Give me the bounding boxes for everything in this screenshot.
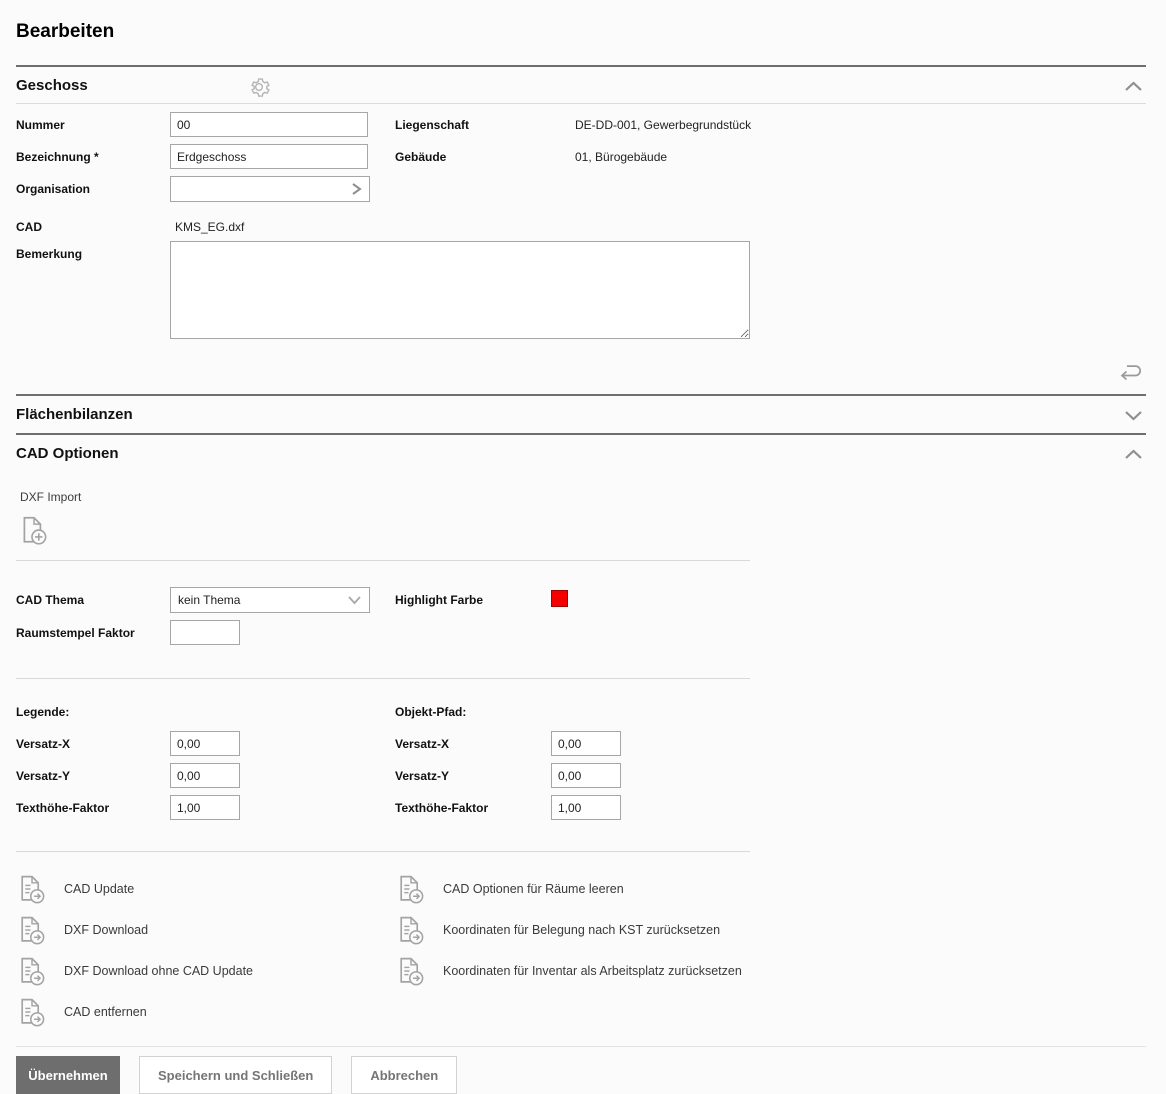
action-label: CAD entfernen bbox=[64, 1004, 147, 1019]
objekt-pfad-title: Objekt-Pfad: bbox=[395, 705, 467, 719]
cad-thema-select[interactable]: kein Thema bbox=[170, 587, 370, 613]
gear-icon[interactable] bbox=[246, 74, 272, 105]
bemerkung-textarea[interactable] bbox=[170, 241, 750, 339]
legende-versatz-x-input[interactable] bbox=[170, 731, 240, 756]
action-cad-update[interactable]: CAD Update bbox=[16, 868, 395, 909]
legende-versatz-y-label: Versatz-Y bbox=[16, 769, 71, 783]
organisation-picker[interactable] bbox=[170, 176, 370, 202]
legende-versatz-x-label: Versatz-X bbox=[16, 737, 71, 751]
section-header-cad-optionen[interactable]: CAD Optionen bbox=[16, 433, 1146, 472]
action-label: DXF Download ohne CAD Update bbox=[64, 963, 253, 978]
cad-label: CAD bbox=[16, 220, 42, 234]
section-title-geschoss: Geschoss bbox=[16, 76, 88, 94]
cad-filename: KMS_EG.dxf bbox=[175, 220, 245, 234]
highlight-farbe-label: Highlight Farbe bbox=[395, 593, 483, 607]
objekt-pfad-versatz-y-input[interactable] bbox=[551, 763, 621, 788]
action-label: DXF Download bbox=[64, 922, 149, 937]
objekt-pfad-texthoehe-faktor-label: Texthöhe-Faktor bbox=[395, 801, 489, 815]
action-cad-optionen-fuer-raeume-leeren[interactable]: CAD Optionen für Räume leeren bbox=[395, 868, 774, 909]
legende-title: Legende: bbox=[16, 705, 70, 719]
objekt-pfad-versatz-x-label: Versatz-X bbox=[395, 737, 450, 751]
legende-versatz-y-input[interactable] bbox=[170, 763, 240, 788]
footer-buttons: Übernehmen Speichern und Schließen Abbre… bbox=[16, 1047, 1146, 1094]
collapse-geschoss-chevron-up-icon[interactable] bbox=[1124, 79, 1143, 97]
document-action-icon bbox=[21, 957, 45, 986]
speichern-und-schliessen-button[interactable]: Speichern und Schließen bbox=[139, 1056, 333, 1094]
action-label: Koordinaten für Inventar als Arbeitsplat… bbox=[443, 963, 742, 978]
undo-icon[interactable] bbox=[1118, 364, 1143, 386]
page-title: Bearbeiten bbox=[16, 21, 115, 42]
gebaeude-label: Gebäude bbox=[395, 150, 447, 164]
action-label: CAD Update bbox=[64, 881, 135, 896]
document-action-icon bbox=[400, 957, 424, 986]
cad-thema-label: CAD Thema bbox=[16, 593, 85, 607]
document-action-icon bbox=[21, 998, 45, 1027]
action-koordinaten-inventar-arbeitsplatz-zuruecksetzen[interactable]: Koordinaten für Inventar als Arbeitsplat… bbox=[395, 950, 774, 991]
action-label: Koordinaten für Belegung nach KST zurück… bbox=[443, 922, 721, 937]
gebaeude-value: 01, Bürogebäude bbox=[575, 150, 668, 164]
nummer-label: Nummer bbox=[16, 118, 65, 132]
section-title-flaechenbilanzen: Flächenbilanzen bbox=[16, 406, 133, 423]
organisation-label: Organisation bbox=[16, 182, 91, 196]
divider bbox=[16, 851, 750, 852]
action-dxf-download[interactable]: DXF Download bbox=[16, 909, 395, 950]
section-header-geschoss[interactable]: Geschoss bbox=[16, 65, 1146, 104]
action-koordinaten-belegung-kst-zuruecksetzen[interactable]: Koordinaten für Belegung nach KST zurück… bbox=[395, 909, 774, 950]
edit-dialog: Bearbeiten Geschoss Nummer Liegenschaft … bbox=[0, 0, 1166, 1094]
liegenschaft-label: Liegenschaft bbox=[395, 118, 470, 132]
objekt-pfad-texthoehe-faktor-input[interactable] bbox=[551, 795, 621, 820]
collapse-cad-optionen-chevron-up-icon[interactable] bbox=[1124, 447, 1143, 465]
objekt-pfad-versatz-x-input[interactable] bbox=[551, 731, 621, 756]
bezeichnung-label: Bezeichnung * bbox=[16, 150, 99, 164]
legende-texthoehe-faktor-input[interactable] bbox=[170, 795, 240, 820]
raumstempel-faktor-input[interactable] bbox=[170, 620, 240, 645]
dxf-import-icon[interactable] bbox=[18, 514, 52, 548]
select-chevron-down-icon bbox=[348, 596, 361, 605]
raumstempel-faktor-label: Raumstempel Faktor bbox=[16, 626, 135, 640]
highlight-color-swatch[interactable] bbox=[551, 590, 568, 607]
document-action-icon bbox=[21, 916, 45, 945]
section-title-cad-optionen: CAD Optionen bbox=[16, 445, 119, 462]
cad-optionen-content: DXF Import CAD Thema kein Thema Highligh… bbox=[16, 472, 1146, 1032]
document-action-icon bbox=[400, 916, 424, 945]
uebernehmen-button[interactable]: Übernehmen bbox=[16, 1056, 120, 1094]
nummer-input[interactable] bbox=[170, 112, 368, 137]
legende-texthoehe-faktor-label: Texthöhe-Faktor bbox=[16, 801, 110, 815]
document-action-icon bbox=[21, 875, 45, 904]
section-header-flaechenbilanzen[interactable]: Flächenbilanzen bbox=[16, 394, 1146, 433]
bemerkung-label: Bemerkung bbox=[16, 247, 83, 261]
action-cad-entfernen[interactable]: CAD entfernen bbox=[16, 991, 395, 1032]
liegenschaft-value: DE-DD-001, Gewerbegrundstück bbox=[575, 118, 752, 132]
abbrechen-button[interactable]: Abbrechen bbox=[351, 1056, 458, 1094]
expand-flaechenbilanzen-chevron-down-icon[interactable] bbox=[1124, 408, 1143, 426]
bezeichnung-input[interactable] bbox=[170, 144, 368, 169]
geschoss-form: Nummer Liegenschaft DE-DD-001, Gewerbegr… bbox=[16, 104, 1146, 394]
action-label: CAD Optionen für Räume leeren bbox=[443, 881, 624, 896]
cad-thema-selected-value: kein Thema bbox=[178, 593, 241, 607]
action-dxf-download-ohne-cad-update[interactable]: DXF Download ohne CAD Update bbox=[16, 950, 395, 991]
document-action-icon bbox=[400, 875, 424, 904]
dxf-import-label: DXF Import bbox=[20, 490, 82, 504]
chevron-right-icon bbox=[352, 183, 362, 195]
objekt-pfad-versatz-y-label: Versatz-Y bbox=[395, 769, 450, 783]
